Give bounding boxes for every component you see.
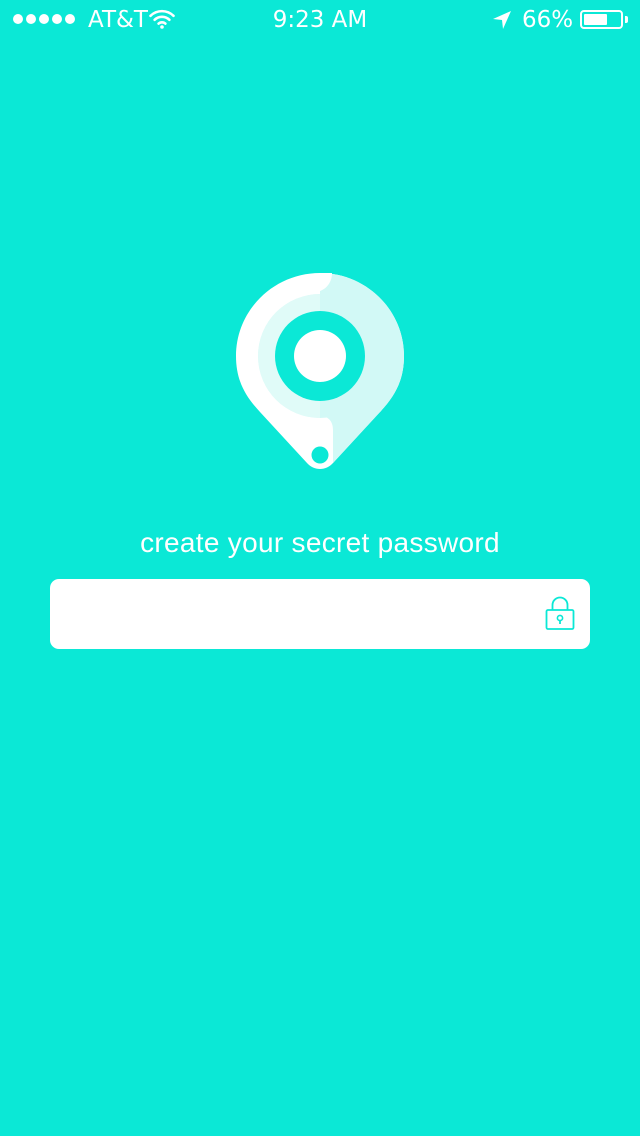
password-field-container[interactable] xyxy=(50,579,590,649)
password-input[interactable] xyxy=(64,579,534,649)
battery-icon xyxy=(580,10,623,29)
status-bar: AT&T 9:23 AM 66% xyxy=(0,0,640,40)
location-pin-logo-icon xyxy=(236,273,404,469)
battery-percent: 66% xyxy=(522,7,574,33)
create-password-prompt: create your secret password xyxy=(140,527,500,558)
lock-icon xyxy=(545,596,575,630)
battery-level-fill xyxy=(584,14,607,25)
location-arrow-icon xyxy=(493,11,511,29)
battery-tip xyxy=(625,16,628,23)
